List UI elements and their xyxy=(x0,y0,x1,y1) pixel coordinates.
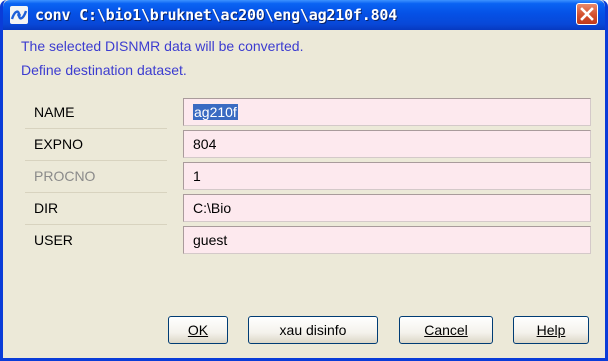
user-label: USER xyxy=(34,232,73,248)
dir-field[interactable]: C:\Bio xyxy=(183,194,591,222)
info-message-line-2: Define destination dataset. xyxy=(21,62,187,78)
dir-field-value: C:\Bio xyxy=(193,200,232,216)
expno-field-value: 804 xyxy=(193,136,217,152)
procno-field-value: 1 xyxy=(193,168,201,184)
xau-disinfo-button-label: xau disinfo xyxy=(279,322,347,338)
info-message-line-1: The selected DISNMR data will be convert… xyxy=(21,38,304,54)
user-field[interactable]: guest xyxy=(183,226,591,254)
xau-disinfo-button[interactable]: xau disinfo xyxy=(248,316,378,344)
form-row-dir: DIR C:\Bio xyxy=(25,193,597,223)
form-row-user: USER guest xyxy=(25,225,597,255)
title-bar[interactable]: conv C:\bio1\bruknet\ac200\eng\ag210f.80… xyxy=(3,0,605,30)
procno-label: PROCNO xyxy=(34,168,96,184)
dir-label: DIR xyxy=(34,200,59,216)
form-row-name: NAME ag210f xyxy=(25,97,597,127)
close-button[interactable] xyxy=(576,3,598,25)
bruker-logo-icon xyxy=(10,6,28,24)
expno-field[interactable]: 804 xyxy=(183,130,591,158)
cancel-button-label: Cancel xyxy=(424,322,468,338)
ok-button-label: OK xyxy=(187,322,209,338)
help-button-label: Help xyxy=(536,322,566,338)
close-icon xyxy=(580,7,594,21)
help-button[interactable]: Help xyxy=(513,316,589,344)
form-row-procno: PROCNO 1 xyxy=(25,161,597,191)
cancel-button[interactable]: Cancel xyxy=(399,316,493,344)
ok-button[interactable]: OK xyxy=(168,316,228,344)
form-row-expno: EXPNO 804 xyxy=(25,129,597,159)
expno-label: EXPNO xyxy=(34,136,84,152)
name-field[interactable]: ag210f xyxy=(183,98,591,126)
procno-field[interactable]: 1 xyxy=(183,162,591,190)
name-label: NAME xyxy=(34,104,75,120)
conversion-dialog: conv C:\bio1\bruknet\ac200\eng\ag210f.80… xyxy=(0,0,608,361)
window-title: conv C:\bio1\bruknet\ac200\eng\ag210f.80… xyxy=(35,6,398,24)
user-field-value: guest xyxy=(193,232,228,248)
name-field-value: ag210f xyxy=(193,104,238,120)
